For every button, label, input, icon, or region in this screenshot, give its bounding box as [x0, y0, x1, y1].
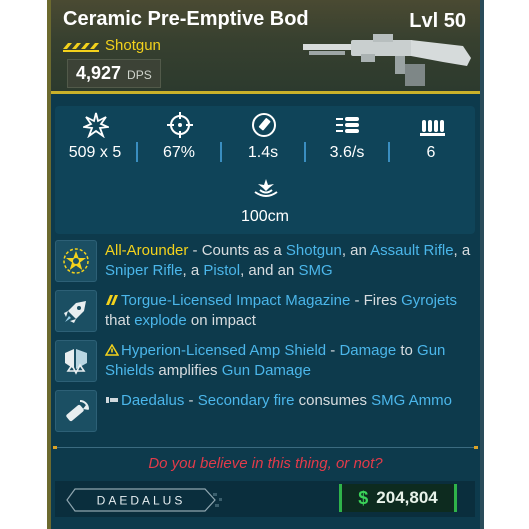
card-border-left	[47, 0, 51, 529]
stat-damage: 509 x 5	[55, 106, 135, 170]
stat-damage-value: 509 x 5	[68, 144, 122, 161]
range-icon	[254, 179, 278, 197]
fire-rate-icon	[336, 117, 359, 133]
footer-bar: DAEDALUS $ 204,804	[55, 481, 475, 517]
stats-panel: 509 x 5 67% 1.4s 3.6/s 6 100cm	[55, 106, 475, 234]
stat-fire-rate-value: 3.6/s	[329, 144, 365, 161]
keyword-explode: explode	[134, 312, 187, 329]
stat-separator	[388, 142, 390, 162]
item-header: Ceramic Pre-Emptive Bod Lvl 50 Shotgun 4…	[51, 0, 480, 92]
daedalus-logo-icon	[106, 397, 118, 403]
perk-text-part: consumes	[294, 392, 372, 409]
secondary-fire-icon	[66, 400, 89, 422]
perk-icon-box	[55, 390, 97, 432]
perk-text-part: amplifies	[154, 362, 222, 379]
keyword-gyrojets: Gyrojets	[401, 292, 457, 309]
stat-range-value: 100cm	[240, 208, 290, 225]
perk-description: Hyperion-Licensed Amp Shield - Damage to…	[105, 341, 475, 381]
item-level: Lvl 50	[409, 10, 466, 32]
perk-icon-box	[55, 240, 97, 282]
perk-text-part: - Fires	[350, 292, 402, 309]
perk-text-part: , a	[453, 242, 471, 259]
keyword-gun-damage: Gun Damage	[221, 362, 311, 379]
stat-separator	[304, 142, 306, 162]
stat-magazine-value: 6	[426, 144, 436, 161]
perk-all-arounder: All-Arounder - Counts as a Shotgun, an A…	[55, 240, 475, 282]
rarity-chevrons-icon	[63, 42, 99, 52]
crosshair-icon	[167, 112, 193, 138]
perk-text-part: -	[184, 392, 198, 409]
perk-daedalus: Daedalus - Secondary fire consumes SMG A…	[55, 390, 475, 432]
perk-description: Daedalus - Secondary fire consumes SMG A…	[105, 391, 475, 411]
keyword-shotgun: Shotgun	[285, 242, 342, 259]
price-box: $ 204,804	[339, 484, 457, 512]
reload-icon	[252, 113, 276, 137]
hyperion-logo-icon	[105, 344, 119, 356]
manufacturer-logo: DAEDALUS	[66, 488, 222, 512]
card-border-right	[480, 0, 484, 529]
amp-shield-icon	[65, 349, 87, 375]
magazine-icon	[420, 120, 445, 136]
price-value: 204,804	[376, 488, 438, 507]
perk-description: Torgue-Licensed Impact Magazine - Fires …	[105, 291, 475, 331]
perk-name: Torgue-Licensed Impact Magazine	[121, 292, 351, 309]
damage-burst-icon	[83, 112, 109, 138]
perk-torgue-magazine: Torgue-Licensed Impact Magazine - Fires …	[55, 290, 475, 332]
perk-text-part: , and an	[240, 262, 299, 279]
dps-value: 4,927	[76, 63, 122, 83]
perk-text-part: - Counts as a	[188, 242, 286, 259]
torgue-logo-icon	[106, 295, 118, 305]
perk-name: All-Arounder	[105, 242, 189, 259]
dps-box: 4,927 DPS	[67, 59, 161, 88]
keyword-smg: SMG	[298, 262, 333, 279]
stat-accuracy: 67%	[139, 106, 219, 170]
perk-name: Hyperion-Licensed Amp Shield	[121, 342, 327, 359]
stat-fire-rate: 3.6/s	[307, 106, 387, 170]
perk-icon-box	[55, 340, 97, 382]
stat-accuracy-value: 67%	[162, 144, 196, 161]
perk-description: All-Arounder - Counts as a Shotgun, an A…	[105, 241, 475, 281]
keyword-sniper-rifle: Sniper Rifle	[105, 262, 183, 279]
keyword-assault-rifle: Assault Rifle	[370, 242, 454, 259]
star-badge-icon	[63, 248, 89, 274]
perk-hyperion-shield: Hyperion-Licensed Amp Shield - Damage to…	[55, 340, 475, 382]
stat-separator	[136, 142, 138, 162]
keyword-secondary-fire: Secondary fire	[197, 392, 295, 409]
divider-tick	[474, 446, 478, 449]
keyword-smg-ammo: SMG Ammo	[371, 392, 453, 409]
perk-text-part: , an	[341, 242, 371, 259]
currency-icon: $	[358, 487, 369, 508]
item-title: Ceramic Pre-Emptive Bod	[63, 8, 309, 30]
perk-name: Daedalus	[121, 392, 185, 409]
footer-divider	[55, 447, 475, 448]
perk-text-part: to	[396, 342, 418, 359]
weapon-type-row: Shotgun	[63, 37, 161, 54]
manufacturer-name: DAEDALUS	[97, 494, 186, 508]
stat-range: 100cm	[225, 170, 305, 234]
keyword-pistol: Pistol	[203, 262, 241, 279]
stat-separator	[220, 142, 222, 162]
stat-reload-value: 1.4s	[247, 144, 279, 161]
perk-text-part: -	[326, 342, 340, 359]
keyword-damage: Damage	[339, 342, 397, 359]
stat-reload: 1.4s	[223, 106, 303, 170]
perk-text-part: on impact	[186, 312, 256, 329]
dps-label: DPS	[127, 68, 152, 82]
weapon-type: Shotgun	[105, 37, 161, 54]
shotgun-icon	[303, 34, 471, 86]
item-card: Ceramic Pre-Emptive Bod Lvl 50 Shotgun 4…	[47, 0, 484, 529]
perk-icon-box	[55, 290, 97, 332]
divider-tick	[53, 446, 57, 449]
perk-text-part: that	[105, 312, 135, 329]
flavor-text: Do you believe in this thing, or not?	[148, 455, 383, 472]
rarity-divider	[51, 91, 480, 94]
perk-text-part: , a	[182, 262, 204, 279]
stat-magazine: 6	[391, 106, 471, 170]
rocket-icon	[64, 301, 86, 323]
